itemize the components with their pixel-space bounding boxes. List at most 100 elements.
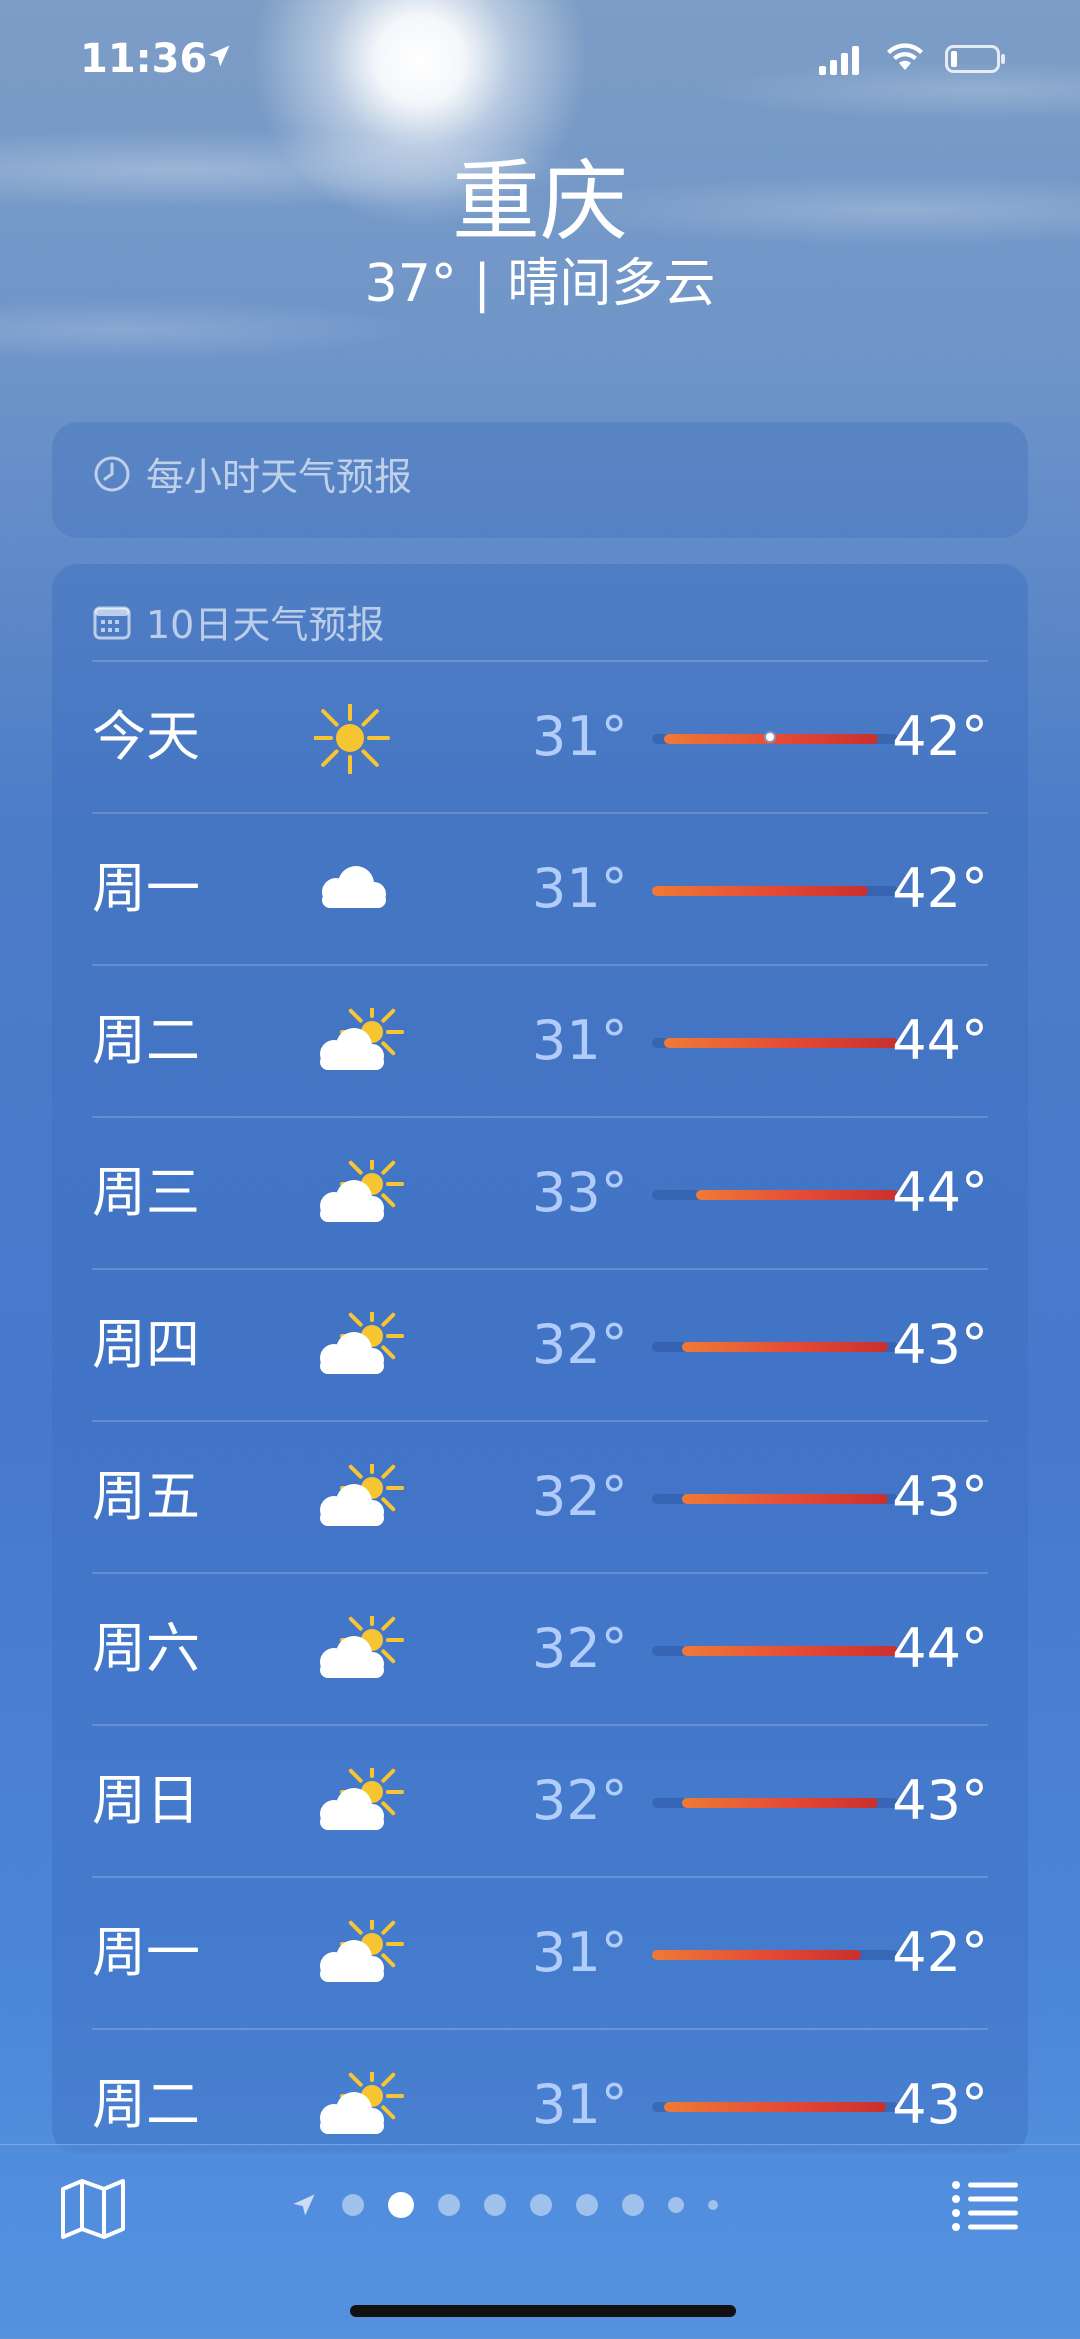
- page-dot[interactable]: [342, 2194, 364, 2216]
- forecast-low: 32°: [532, 1313, 628, 1376]
- temperature-range-bar: [652, 1798, 898, 1808]
- forecast-row[interactable]: 周二 31° 44°: [92, 964, 988, 1116]
- partly-cloudy-icon: [314, 1456, 404, 1534]
- temperature-range-bar: [652, 2102, 898, 2112]
- forecast-day: 周二: [92, 1009, 200, 1072]
- battery-icon: [945, 45, 1005, 73]
- forecast-row[interactable]: 周五 32° 43°: [92, 1420, 988, 1572]
- forecast-high: 43°: [892, 2073, 988, 2136]
- wifi-icon: [887, 43, 923, 70]
- forecast-low: 32°: [532, 1617, 628, 1680]
- ten-day-forecast-title: 10日天气预报: [146, 603, 385, 647]
- forecast-day: 周六: [92, 1617, 200, 1680]
- forecast-day: 周五: [92, 1465, 200, 1528]
- map-icon[interactable]: [58, 2177, 128, 2241]
- forecast-day: 周三: [92, 1161, 200, 1224]
- page-dot[interactable]: [484, 2194, 506, 2216]
- status-time: 11:36: [80, 36, 208, 82]
- forecast-low: 33°: [532, 1161, 628, 1224]
- ten-day-list: 今天 31° 42° 周一 31° 42° 周二 31° 44° 周三 33° …: [92, 660, 988, 2180]
- temperature-range-fill: [681, 1646, 898, 1656]
- temperature-range-fill: [664, 2102, 886, 2112]
- temperature-range-bar: [652, 1646, 898, 1656]
- temperature-range-bar: [652, 1950, 898, 1960]
- temperature-range-bar: [652, 731, 898, 744]
- forecast-high: 42°: [892, 705, 988, 768]
- ten-day-forecast-card: 10日天气预报 今天 31° 42° 周一 31° 42° 周二 31° 44°…: [52, 564, 1028, 2154]
- forecast-low: 31°: [532, 2073, 628, 2136]
- forecast-low: 32°: [532, 1769, 628, 1832]
- hourly-forecast-header: 每小时天气预报: [92, 446, 412, 501]
- location-page-icon[interactable]: [290, 2191, 318, 2219]
- forecast-high: 43°: [892, 1313, 988, 1376]
- forecast-low: 32°: [532, 1465, 628, 1528]
- forecast-low: 31°: [532, 857, 628, 920]
- page-dot[interactable]: [622, 2194, 644, 2216]
- list-icon[interactable]: [950, 2177, 1020, 2237]
- temperature-range-fill: [664, 1038, 898, 1048]
- partly-cloudy-icon: [314, 1608, 404, 1686]
- temperature-range-bar: [652, 886, 898, 896]
- page-indicator[interactable]: [290, 2185, 718, 2225]
- hourly-forecast-card[interactable]: 每小时天气预报: [52, 422, 1028, 538]
- forecast-day: 周一: [92, 857, 200, 920]
- page-dot[interactable]: [668, 2197, 684, 2213]
- forecast-row[interactable]: 周四 32° 43°: [92, 1268, 988, 1420]
- forecast-low: 31°: [532, 705, 628, 768]
- forecast-day: 今天: [92, 705, 200, 768]
- forecast-day: 周四: [92, 1313, 200, 1376]
- forecast-day: 周二: [92, 2073, 200, 2136]
- hourly-forecast-title: 每小时天气预报: [146, 455, 413, 499]
- ten-day-forecast-header: 10日天气预报: [92, 594, 384, 649]
- home-indicator[interactable]: [350, 2305, 736, 2317]
- partly-cloudy-icon: [314, 1000, 404, 1078]
- partly-cloudy-icon: [314, 1152, 404, 1230]
- temperature-range-bar: [652, 1190, 898, 1200]
- forecast-row[interactable]: 周一 31° 42°: [92, 1876, 988, 2028]
- page-dot[interactable]: [708, 2200, 718, 2210]
- forecast-row[interactable]: 周一 31° 42°: [92, 812, 988, 964]
- forecast-row[interactable]: 今天 31° 42°: [92, 660, 988, 812]
- temperature-range-bar: [652, 1342, 898, 1352]
- forecast-day: 周日: [92, 1769, 200, 1832]
- partly-cloudy-icon: [314, 1912, 404, 1990]
- partly-cloudy-icon: [314, 1760, 404, 1838]
- forecast-row[interactable]: 周日 32° 43°: [92, 1724, 988, 1876]
- temperature-range-fill: [681, 1342, 889, 1352]
- page-dot[interactable]: [530, 2194, 552, 2216]
- forecast-high: 42°: [892, 857, 988, 920]
- forecast-high: 44°: [892, 1617, 988, 1680]
- location-arrow-icon: [208, 45, 230, 67]
- forecast-low: 31°: [532, 1921, 628, 1984]
- temperature-range-fill: [652, 886, 869, 896]
- page-dot-active[interactable]: [388, 2192, 414, 2218]
- temperature-range-bar: [652, 1494, 898, 1504]
- temperature-range-fill: [652, 1950, 862, 1960]
- clock-icon: [94, 456, 130, 491]
- page-dot[interactable]: [438, 2194, 460, 2216]
- forecast-low: 31°: [532, 1009, 628, 1072]
- temperature-range-fill: [696, 1190, 898, 1200]
- forecast-high: 43°: [892, 1465, 988, 1528]
- city-name: 重庆: [451, 150, 628, 253]
- current-summary: 37° | 晴间多云: [364, 254, 716, 314]
- cloud-icon: [314, 856, 404, 926]
- forecast-high: 44°: [892, 1009, 988, 1072]
- calendar-icon: [93, 606, 131, 639]
- forecast-high: 43°: [892, 1769, 988, 1832]
- status-bar: 11:36: [0, 0, 1080, 120]
- temperature-range-fill: [681, 1494, 889, 1504]
- temperature-range-fill: [681, 1798, 879, 1808]
- temperature-range-bar: [652, 1038, 898, 1048]
- forecast-row[interactable]: 周三 33° 44°: [92, 1116, 988, 1268]
- partly-cloudy-icon: [314, 2064, 404, 2142]
- forecast-day: 周一: [92, 1921, 200, 1984]
- sun-icon: [310, 698, 404, 778]
- page-dot[interactable]: [576, 2194, 598, 2216]
- cellular-signal-icon: [819, 46, 859, 75]
- forecast-high: 44°: [892, 1161, 988, 1224]
- current-temp-marker: [764, 731, 777, 743]
- forecast-high: 42°: [892, 1921, 988, 1984]
- forecast-row[interactable]: 周六 32° 44°: [92, 1572, 988, 1724]
- partly-cloudy-icon: [314, 1304, 404, 1382]
